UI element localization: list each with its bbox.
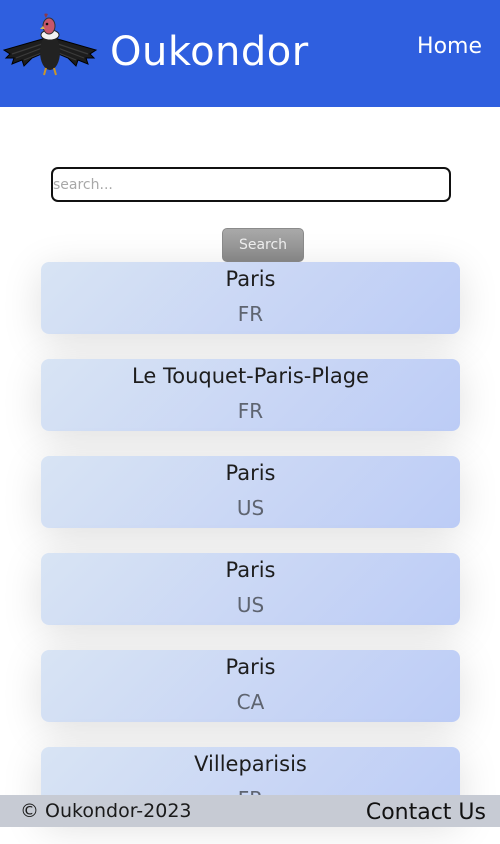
search-button[interactable]: Search: [222, 228, 304, 262]
search-input[interactable]: [51, 167, 451, 202]
nav-home-link[interactable]: Home: [417, 32, 482, 62]
result-city-name: Villeparisis: [194, 752, 307, 776]
result-country-code: CA: [236, 690, 265, 714]
result-city-name: Paris: [225, 558, 276, 582]
result-city-name: Paris: [225, 655, 276, 679]
result-city-name: Paris: [225, 461, 276, 485]
result-card[interactable]: Le Touquet-Paris-Plage FR: [41, 359, 460, 431]
result-card[interactable]: Paris CA: [41, 650, 460, 722]
result-country-code: US: [236, 593, 265, 617]
result-country-code: FR: [237, 302, 264, 326]
contact-us-link[interactable]: Contact Us: [366, 799, 486, 827]
condor-logo-icon[interactable]: [2, 8, 98, 76]
result-card[interactable]: Paris US: [41, 456, 460, 528]
result-city-name: Le Touquet-Paris-Plage: [132, 364, 369, 388]
results-list: Paris FR Le Touquet-Paris-Plage FR Paris…: [41, 262, 460, 844]
site-footer: © Oukondor-2023 Contact Us: [0, 795, 500, 827]
result-card[interactable]: Paris FR: [41, 262, 460, 334]
result-country-code: FR: [237, 399, 264, 423]
site-header: Oukondor Home: [0, 0, 500, 107]
result-city-name: Paris: [225, 267, 276, 291]
brand-title[interactable]: Oukondor: [110, 28, 309, 76]
copyright-text: © Oukondor-2023: [20, 800, 192, 822]
result-country-code: US: [236, 496, 265, 520]
result-card[interactable]: Paris US: [41, 553, 460, 625]
